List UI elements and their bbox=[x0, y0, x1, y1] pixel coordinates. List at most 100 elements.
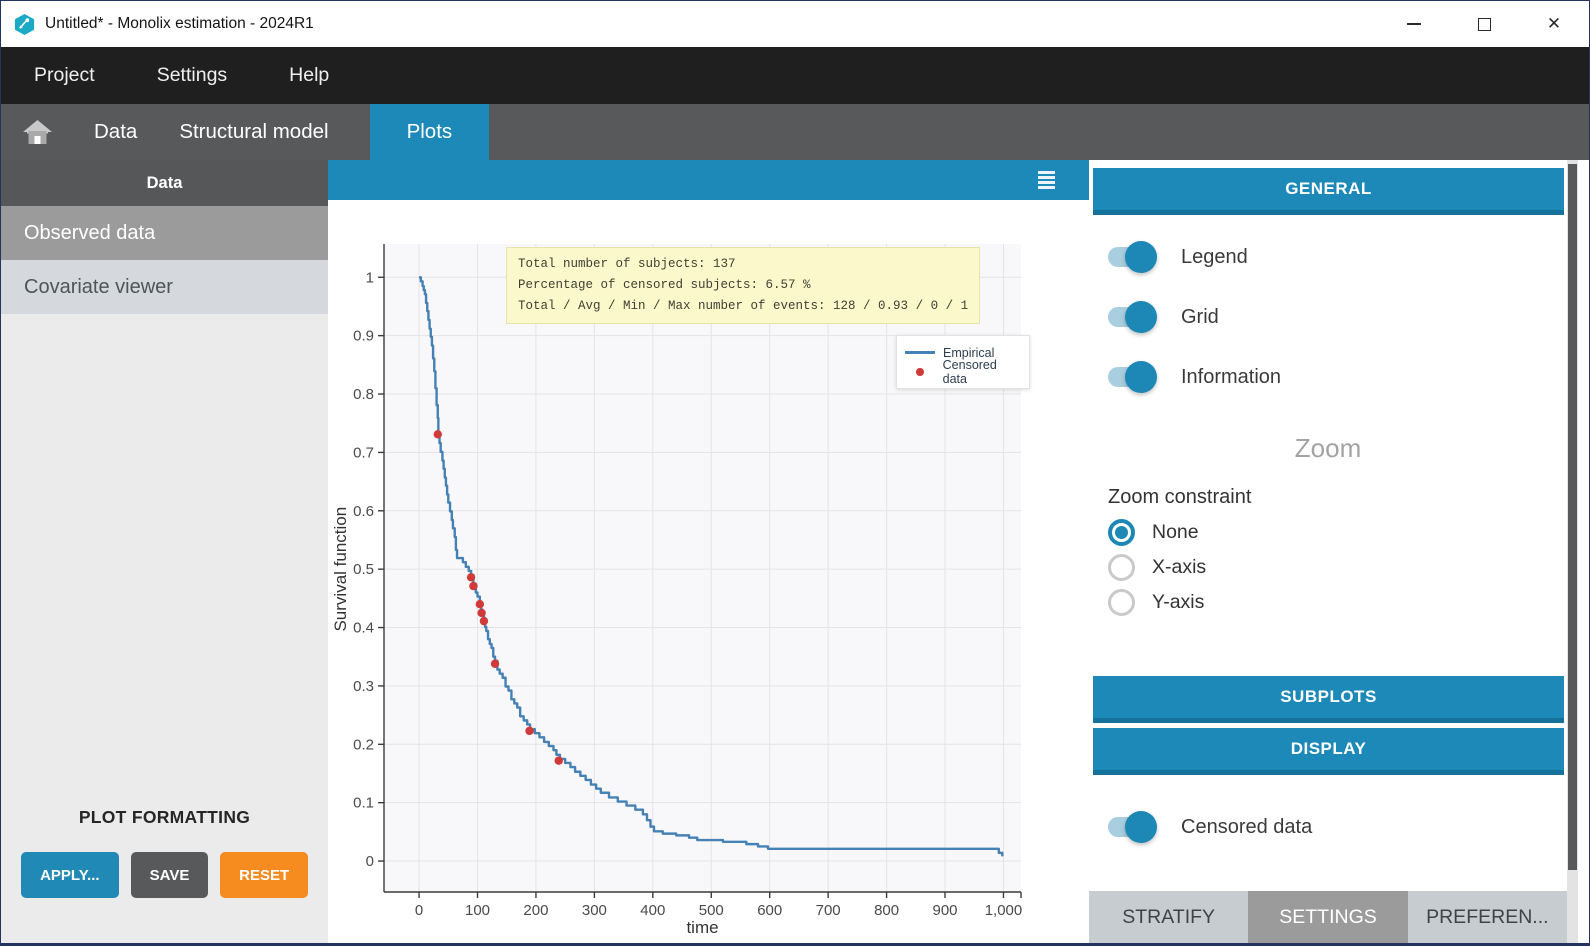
censored-dot-swatch bbox=[916, 368, 924, 376]
tab-settings[interactable]: SETTINGS bbox=[1248, 891, 1407, 944]
tab-structural-model[interactable]: Structural model bbox=[158, 104, 349, 160]
information-toggle-row: Information bbox=[1089, 347, 1567, 407]
svg-text:0.5: 0.5 bbox=[353, 561, 374, 578]
svg-text:200: 200 bbox=[523, 902, 548, 919]
panel-scrollbar-thumb[interactable] bbox=[1568, 164, 1577, 870]
svg-text:900: 900 bbox=[933, 902, 958, 919]
maximize-button[interactable] bbox=[1449, 1, 1519, 47]
menu-settings[interactable]: Settings bbox=[157, 64, 227, 87]
grid-toggle[interactable] bbox=[1108, 307, 1154, 327]
svg-text:1,000: 1,000 bbox=[985, 902, 1023, 919]
close-icon: ✕ bbox=[1547, 14, 1561, 34]
svg-text:500: 500 bbox=[699, 902, 724, 919]
censored-data-toggle[interactable] bbox=[1108, 817, 1154, 837]
svg-text:0: 0 bbox=[366, 853, 374, 870]
svg-text:0.1: 0.1 bbox=[353, 795, 374, 812]
window-controls: ✕ bbox=[1379, 1, 1589, 47]
section-header-general[interactable]: GENERAL bbox=[1093, 168, 1564, 215]
home-icon bbox=[23, 120, 52, 145]
svg-text:1: 1 bbox=[366, 269, 374, 286]
radio-yaxis[interactable] bbox=[1108, 589, 1135, 616]
radio-xaxis-label: X-axis bbox=[1152, 556, 1206, 579]
svg-text:600: 600 bbox=[757, 902, 782, 919]
information-toggle-knob bbox=[1125, 361, 1157, 393]
menu-project[interactable]: Project bbox=[34, 64, 95, 87]
censored-data-toggle-knob bbox=[1125, 811, 1157, 843]
information-toggle-label: Information bbox=[1181, 366, 1281, 389]
info-line-subjects: Total number of subjects: 137 bbox=[518, 257, 736, 271]
zoom-constraint-none-row[interactable]: None bbox=[1089, 515, 1567, 550]
save-button[interactable]: SAVE bbox=[131, 852, 209, 898]
info-line-censored-pct: Percentage of censored subjects: 6.57 % bbox=[518, 278, 811, 292]
svg-text:0.6: 0.6 bbox=[353, 503, 374, 520]
tab-plots[interactable]: Plots bbox=[370, 104, 490, 160]
sidebar-section-header: Data bbox=[1, 160, 328, 206]
zoom-section-title: Zoom bbox=[1089, 433, 1567, 464]
information-toggle[interactable] bbox=[1108, 367, 1154, 387]
settings-footer-tabs: STRATIFY SETTINGS PREFEREN... bbox=[1089, 891, 1567, 944]
panel-scrollbar-track[interactable] bbox=[1567, 160, 1578, 944]
censored-data-toggle-row: Censored data bbox=[1089, 797, 1567, 857]
apply-button[interactable]: APPLY... bbox=[21, 852, 119, 898]
minimize-button[interactable] bbox=[1379, 1, 1449, 47]
legend-toggle-row: Legend bbox=[1089, 227, 1567, 287]
plot-formatting-buttons: APPLY... SAVE RESET bbox=[1, 852, 328, 898]
svg-text:0.8: 0.8 bbox=[353, 386, 374, 403]
home-button[interactable] bbox=[1, 104, 73, 160]
svg-text:0.9: 0.9 bbox=[353, 328, 374, 345]
tab-data[interactable]: Data bbox=[73, 104, 158, 160]
plot-formatting-block: PLOT FORMATTING APPLY... SAVE RESET bbox=[1, 807, 328, 944]
chart-info-box: Total number of subjects: 137 Percentage… bbox=[506, 247, 980, 324]
content-area: Data Observed data Covariate viewer PLOT… bbox=[1, 160, 1589, 944]
radio-dot bbox=[1115, 526, 1128, 539]
grid-toggle-knob bbox=[1125, 301, 1157, 333]
svg-text:400: 400 bbox=[640, 902, 665, 919]
section-header-display[interactable]: DISPLAY bbox=[1093, 728, 1564, 775]
tab-preferences[interactable]: PREFEREN... bbox=[1408, 891, 1567, 944]
tab-stratify[interactable]: STRATIFY bbox=[1089, 891, 1248, 944]
sidebar-item-covariate-viewer[interactable]: Covariate viewer bbox=[1, 260, 328, 314]
menu-bar: Project Settings Help bbox=[1, 47, 1589, 104]
zoom-constraint-yaxis-row[interactable]: Y-axis bbox=[1089, 585, 1567, 620]
menu-help[interactable]: Help bbox=[289, 64, 329, 87]
svg-text:300: 300 bbox=[582, 902, 607, 919]
legend-item-censored: Censored data bbox=[905, 362, 1021, 381]
legend-toggle-knob bbox=[1125, 241, 1157, 273]
radio-yaxis-label: Y-axis bbox=[1152, 591, 1204, 614]
censored-data-toggle-label: Censored data bbox=[1181, 816, 1312, 839]
monolix-app-icon bbox=[13, 13, 36, 36]
general-toggles: Legend Grid Information bbox=[1089, 227, 1567, 407]
title-bar: Untitled* - Monolix estimation - 2024R1 … bbox=[1, 1, 1589, 47]
zoom-constraint-xaxis-row[interactable]: X-axis bbox=[1089, 550, 1567, 585]
zoom-constraint-label: Zoom constraint bbox=[1089, 486, 1567, 509]
chart-body: 00.10.20.30.40.50.60.70.80.9101002003004… bbox=[328, 200, 1089, 944]
settings-panel: GENERAL Legend Grid Information Zoom Zoo… bbox=[1089, 160, 1567, 944]
main-tab-bar: Data Structural model Plots bbox=[1, 104, 1589, 160]
svg-text:0.3: 0.3 bbox=[353, 678, 374, 695]
grid-toggle-label: Grid bbox=[1181, 306, 1219, 329]
section-header-subplots[interactable]: SUBPLOTS bbox=[1093, 676, 1564, 723]
close-button[interactable]: ✕ bbox=[1519, 1, 1589, 47]
chart-panel: 00.10.20.30.40.50.60.70.80.9101002003004… bbox=[328, 160, 1089, 944]
radio-none-selected[interactable] bbox=[1108, 519, 1135, 546]
plots-sidebar: Data Observed data Covariate viewer PLOT… bbox=[1, 160, 328, 944]
svg-text:700: 700 bbox=[816, 902, 841, 919]
legend-toggle-label: Legend bbox=[1181, 246, 1248, 269]
radio-none-label: None bbox=[1152, 521, 1199, 544]
svg-text:0.7: 0.7 bbox=[353, 444, 374, 461]
svg-text:Survival function: Survival function bbox=[331, 507, 350, 632]
minimize-icon bbox=[1407, 23, 1421, 25]
legend-toggle[interactable] bbox=[1108, 247, 1154, 267]
monolix-window: Untitled* - Monolix estimation - 2024R1 … bbox=[0, 0, 1590, 946]
empirical-line-swatch bbox=[905, 351, 935, 354]
grid-toggle-row: Grid bbox=[1089, 287, 1567, 347]
sidebar-item-observed-data[interactable]: Observed data bbox=[1, 206, 328, 260]
radio-xaxis[interactable] bbox=[1108, 554, 1135, 581]
svg-text:0: 0 bbox=[415, 902, 423, 919]
svg-text:0.2: 0.2 bbox=[353, 736, 374, 753]
chart-panel-header bbox=[328, 160, 1089, 200]
window-title: Untitled* - Monolix estimation - 2024R1 bbox=[45, 15, 314, 33]
chart-menu-icon[interactable] bbox=[1038, 171, 1055, 189]
reset-button[interactable]: RESET bbox=[220, 852, 308, 898]
info-line-events: Total / Avg / Min / Max number of events… bbox=[518, 299, 968, 313]
